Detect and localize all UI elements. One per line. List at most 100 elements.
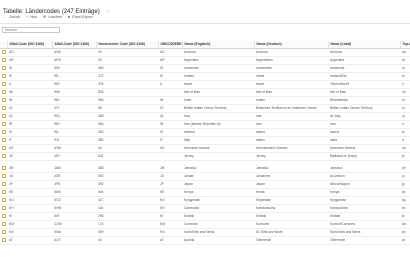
column-header[interactable]: Name (Lokal): [328, 41, 401, 49]
row-checkbox[interactable]: [2, 229, 6, 234]
row-checkbox[interactable]: [2, 146, 6, 151]
column-header[interactable]: Name (Deutsch): [254, 41, 329, 49]
search-input[interactable]: [2, 27, 60, 33]
column-header[interactable]: Alfa2-Code (ISO 3166): [7, 41, 53, 49]
table-cell: Italia: [328, 136, 400, 145]
row-checkbox[interactable]: [2, 138, 6, 143]
row-checkbox[interactable]: [2, 114, 6, 119]
table-cell: Komoren: [254, 220, 328, 229]
table-cell: 32: [96, 56, 158, 65]
table-cell: kg: [400, 196, 410, 205]
table-row[interactable]: ID IDN 360 ID Indonesia Indonesien Indonesia id: [0, 64, 410, 73]
table-cell: Island: [254, 128, 328, 137]
table-cell: IMN: [52, 88, 96, 97]
row-checkbox[interactable]: [2, 173, 6, 178]
table-cell: Cambodia: [182, 204, 254, 213]
table-row[interactable]: JP JPN 392 JP Japan Japan Nihon/Nippon jp: [0, 180, 410, 189]
delete-button[interactable]: ✖ Löschen: [43, 14, 62, 19]
table-cell: Andorra: [182, 48, 254, 57]
table-row[interactable]: AR ARG 32 AR Argentina Argentinien Argentina ar: [0, 56, 410, 65]
table-cell: ASM: [52, 144, 96, 153]
row-checkbox[interactable]: [2, 165, 6, 170]
table-cell: Al-Urdunn: [328, 172, 400, 181]
column-header[interactable]: Alfa3-Code (ISO 3166): [52, 41, 97, 49]
new-button[interactable]: + Neu: [26, 14, 37, 19]
table-cell: Andorra: [328, 48, 400, 57]
table-cell: IN: [7, 96, 52, 105]
table-cell: IQ: [158, 112, 182, 121]
table-row[interactable]: KN KNA 659 KN Saint Kitts and Nevis St. Kitts…: [0, 228, 410, 237]
row-checkbox[interactable]: [2, 82, 6, 87]
row-checkbox[interactable]: [2, 237, 6, 242]
table-row[interactable]: JM JAM 388 JM Jamaica Jamaika Jamaica jm: [0, 164, 410, 173]
row-checkbox[interactable]: [2, 197, 6, 202]
table-row[interactable]: KG KGZ 417 KG Kyrgyzstan Kirgisistan Kyrgyzsta…: [0, 196, 410, 205]
table-cell: Iran: [254, 120, 328, 129]
table-cell: Kenya: [328, 188, 400, 197]
row-checkbox[interactable]: [2, 122, 6, 127]
table-cell: 116: [96, 204, 158, 213]
table-cell: Kirgisistan: [254, 196, 328, 205]
table-row[interactable]: KH KHM 116 KH Cambodia Kambodscha Kâmpuchéa kh: [0, 204, 410, 213]
table-cell: JPN: [52, 180, 96, 189]
table-row[interactable]: AD AND 20 AD Andorra Andorra Andorra ad: [0, 48, 410, 57]
table-cell: KEN: [52, 188, 96, 197]
table-row[interactable]: IN IND 356 IN India Indien Bharat/India in: [0, 96, 410, 105]
table-cell: IQ: [7, 112, 52, 121]
table-cell: India: [182, 96, 254, 105]
row-checkbox[interactable]: [2, 106, 6, 111]
table-cell: 174: [96, 220, 158, 229]
table-row[interactable]: IT ITA 380 IT Italy Italien Italia it: [0, 136, 410, 145]
row-checkbox[interactable]: [2, 50, 6, 55]
table-header: Alfa2-Code (ISO 3166) Alfa3-Code (ISO 316…: [0, 41, 410, 49]
table-cell: 380: [96, 136, 158, 145]
table-row[interactable]: IS ISL 352 IS Iceland Island Ísland is: [0, 128, 410, 137]
table-cell: IE: [158, 72, 182, 81]
table-row[interactable]: IM IMN 833 Isle of Man Isle of Man Isle of Ma…: [0, 88, 410, 97]
row-checkbox[interactable]: [2, 74, 6, 79]
table-row[interactable]: IR IRN 364 IR Iran (Islamic Republic of) Iran…: [0, 120, 410, 129]
row-checkbox[interactable]: [2, 66, 6, 71]
row-checkbox[interactable]: [2, 213, 6, 218]
column-header[interactable]: UNSCODEBE: [158, 41, 183, 49]
row-checkbox[interactable]: [2, 189, 6, 194]
excel-export-button[interactable]: ■ Excel-Export: [68, 14, 93, 19]
table-row[interactable]: AS ASM 16 AS American Samoa Amerikanisch-Samo…: [0, 144, 410, 153]
table-row[interactable]: IE IRL 372 IE Ireland Irland Ireland/Éire ie: [0, 72, 410, 81]
table-row[interactable]: IQ IRQ 368 IQ Iraq Irak Al-'Iraq iq: [0, 112, 410, 121]
table-row[interactable]: IO IOT 86 IO British Indian Ocean Territory B…: [0, 104, 410, 113]
row-checkbox[interactable]: [2, 181, 6, 186]
row-checkbox[interactable]: [2, 98, 6, 103]
row-checkbox[interactable]: [2, 154, 6, 159]
column-header[interactable]: Name (Englisch): [182, 41, 255, 49]
column-header[interactable]: Top-Level-Domain: [400, 41, 410, 49]
row-checkbox[interactable]: [2, 130, 6, 135]
table-cell: Amerikanisch-Samoa: [254, 144, 328, 153]
table-cell: Indonesia: [328, 64, 400, 73]
row-checkbox[interactable]: [2, 58, 6, 63]
table-cell: Kiribati: [254, 212, 328, 221]
table-row[interactable]: AT AUT 40 AT Austria Österreich Österreich at: [0, 236, 410, 245]
back-button[interactable]: ← Zurück: [3, 14, 20, 19]
row-checkbox[interactable]: [2, 90, 6, 95]
table-cell: JEY: [52, 152, 96, 161]
table-row[interactable]: KE KEN 404 KE Kenya Kenia Kenya ke: [0, 188, 410, 197]
column-header[interactable]: Numerischer Code (ISO 3166): [96, 41, 159, 49]
table-cell: Argentinien: [254, 56, 328, 65]
table-cell: il: [400, 80, 410, 89]
toolbar-label: Excel-Export: [72, 14, 93, 19]
table-cell: KH: [7, 204, 52, 213]
row-checkbox[interactable]: [2, 221, 6, 226]
table-row[interactable]: KM COM 174 KM Comoros Komoren Komori/Comores km: [0, 220, 410, 229]
table-row[interactable]: IL ISR 376 IL Israel Israel Yisra'el/Isra'il il: [0, 80, 410, 89]
table-row[interactable]: JO JOR 400 JO Jordan Jordanien Al-Urdunn jo: [0, 172, 410, 181]
table-cell: American Samoa: [328, 144, 400, 153]
column-header[interactable]: [0, 41, 8, 49]
table-cell: Italien: [254, 136, 328, 145]
table-cell: IT: [7, 136, 52, 145]
table-row[interactable]: JE JEY 832 Jersey Jersey Bailiwick of Jersey j…: [0, 152, 410, 161]
row-checkbox[interactable]: [2, 205, 6, 210]
table-cell: ki: [400, 212, 410, 221]
table-row[interactable]: KI KIR 296 KI Kiribati Kiribati Kiribati ki: [0, 212, 410, 221]
table-cell: KN: [158, 228, 182, 237]
